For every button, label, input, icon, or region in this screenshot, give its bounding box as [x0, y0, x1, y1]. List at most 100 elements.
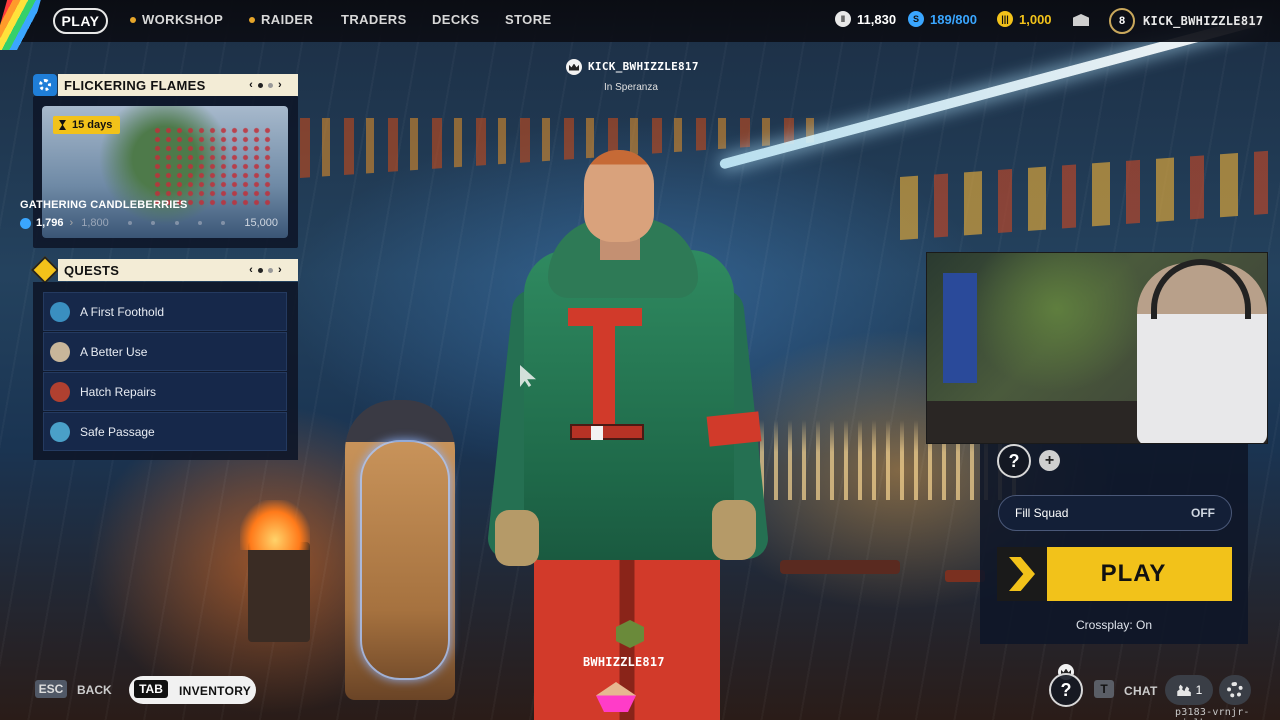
pager-dot [258, 82, 264, 88]
play-chevron-icon [997, 547, 1047, 601]
token-icon: S [908, 11, 924, 27]
pager-dot [268, 82, 274, 88]
currency-value: 11,830 [857, 11, 897, 27]
nav-tab-traders[interactable]: TRADERS [341, 12, 407, 27]
esc-key-hint: ESC [35, 680, 67, 698]
back-button[interactable]: BACK [77, 683, 112, 697]
chat-button[interactable]: CHAT [1124, 684, 1158, 698]
nav-tab-workshop[interactable]: WORKSHOP [130, 12, 223, 27]
event-panel-title: FLICKERING FLAMES [64, 77, 206, 93]
event-name: GATHERING CANDLEBERRIES [20, 199, 188, 211]
currency-value: 1,000 [1019, 11, 1052, 27]
event-timer-badge: 15 days [53, 116, 121, 134]
coin-icon: ‖ [835, 11, 851, 27]
pager-prev-icon[interactable]: ‹ [249, 79, 253, 91]
fill-squad-toggle[interactable]: Fill Squad OFF [998, 495, 1232, 531]
lobby-player-name: KICK_BWHIZZLE817 [588, 60, 699, 73]
character-head [584, 150, 654, 242]
nav-tab-play[interactable]: PLAY [53, 8, 108, 34]
quest-item[interactable]: A First Foothold [43, 292, 287, 331]
credits-icon: ||| [997, 11, 1013, 27]
friends-button[interactable]: 1 [1165, 675, 1213, 705]
quests-diamond-icon [33, 259, 57, 281]
tab-key-hint: TAB [134, 680, 168, 698]
character-t-emblem-stem [593, 308, 615, 438]
statue-neon-lights [360, 440, 450, 680]
progress-dot [197, 221, 202, 225]
player-username[interactable]: KICK_BWHIZZLE817 [1143, 14, 1263, 28]
help-icon[interactable]: ? [1049, 673, 1083, 707]
event-pager: ‹ › [249, 74, 282, 96]
pager-prev-icon[interactable]: ‹ [249, 264, 253, 276]
progress-dot [221, 221, 226, 225]
nav-tab-label: TRADERS [341, 12, 407, 27]
session-id: p3183-vrnjr-cjvlh [1175, 707, 1250, 720]
crown-icon [566, 59, 582, 75]
nav-tab-label: STORE [505, 12, 552, 27]
currency-credits[interactable]: ||| 1,000 [997, 11, 1052, 27]
character-cuff [706, 411, 762, 447]
quest-label: Safe Passage [80, 424, 155, 439]
nav-tab-decks[interactable]: DECKS [432, 12, 480, 27]
play-button[interactable]: PLAY [997, 547, 1232, 601]
quests-panel-header: QUESTS ‹ › [58, 259, 298, 281]
quest-label: Hatch Repairs [80, 384, 157, 399]
add-squad-member-button[interactable]: + [1039, 450, 1060, 471]
pager-next-icon[interactable]: › [278, 79, 282, 91]
squad-slot-help-icon[interactable]: ? [997, 444, 1031, 478]
crossplay-status: Crossplay: On [1076, 618, 1153, 632]
fire-barrel [248, 542, 310, 642]
lobby-location: In Speranza [604, 82, 658, 93]
quest-giver-avatar [50, 382, 70, 402]
progress-dot [128, 221, 132, 225]
streamer-webcam [926, 252, 1268, 444]
nav-tab-store[interactable]: STORE [505, 12, 552, 27]
quest-item[interactable]: Safe Passage [43, 412, 287, 451]
character-belt-buckle [591, 426, 603, 440]
event-progress: 1,796 › 1,800 15,000 [20, 216, 278, 230]
chevron-right-icon [1009, 557, 1035, 591]
stool [945, 570, 985, 582]
quest-item[interactable]: Hatch Repairs [43, 372, 287, 411]
table [780, 560, 900, 574]
hourglass-icon [59, 120, 66, 130]
progress-next-threshold: 1,800 [81, 217, 109, 229]
progress-max: 15,000 [244, 217, 278, 229]
currency-tokens[interactable]: S 189/800 [908, 11, 977, 27]
progress-gear-icon [20, 217, 31, 229]
nav-tab-label: RAIDER [261, 12, 314, 27]
friends-count: 1 [1195, 683, 1203, 697]
notification-dot-icon [249, 16, 255, 23]
player-level-value: 8 [1118, 15, 1126, 27]
quest-label: A First Foothold [80, 304, 165, 319]
event-gear-icon [33, 74, 57, 96]
settings-button[interactable] [1219, 675, 1251, 705]
barrel-fire [240, 500, 310, 550]
quest-giver-avatar [50, 342, 70, 362]
berry-bush-image [152, 126, 272, 206]
nav-tab-raider[interactable]: RAIDER [249, 12, 313, 27]
quests-panel-title: QUESTS [64, 262, 120, 278]
currency-coins[interactable]: ‖ 11,830 [835, 11, 896, 27]
nav-tab-label: DECKS [432, 12, 480, 27]
inventory-label: INVENTORY [179, 684, 252, 698]
event-days-left: 15 days [72, 119, 113, 131]
quest-item[interactable]: A Better Use [43, 332, 287, 371]
progress-dot [174, 221, 179, 225]
webcam-figure [943, 273, 977, 383]
pager-dot [258, 267, 264, 273]
quest-label: A Better Use [80, 344, 148, 359]
progress-dot [151, 221, 156, 225]
character-belt [570, 424, 644, 440]
player-level-badge: 8 [1109, 8, 1135, 34]
progress-current: 1,796 [36, 217, 64, 229]
event-panel-header: FLICKERING FLAMES ‹ › [58, 74, 298, 96]
notification-dot-icon [130, 16, 136, 23]
chat-key-hint: T [1094, 680, 1114, 698]
pager-next-icon[interactable]: › [278, 264, 282, 276]
people-icon [1177, 684, 1191, 696]
play-button-label: PLAY [1100, 560, 1167, 587]
character-nameplate: BWHIZZLE817 [583, 655, 665, 669]
fill-squad-label: Fill Squad [1015, 506, 1069, 520]
chevron-right-icon: › [69, 217, 74, 229]
